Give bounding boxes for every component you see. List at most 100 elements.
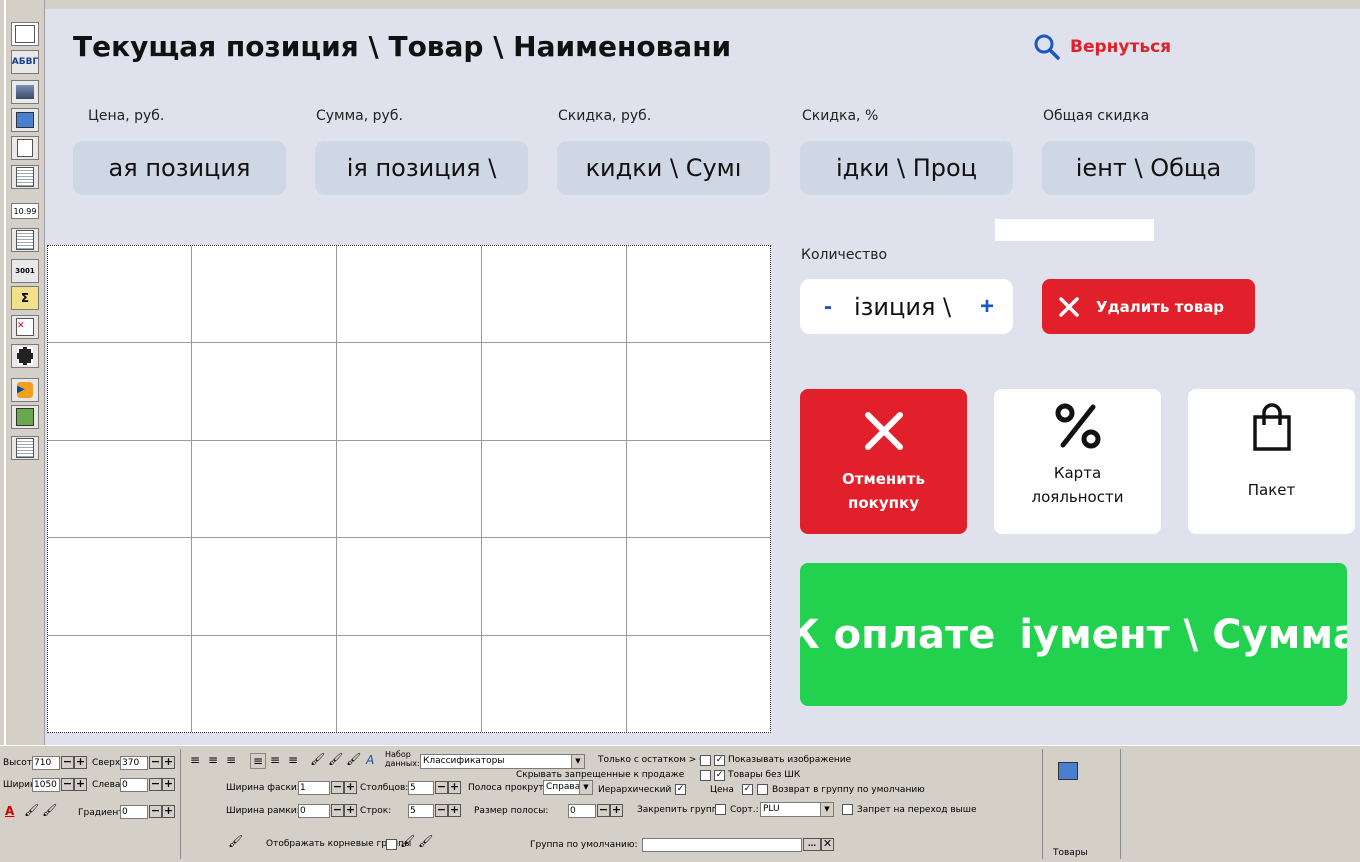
fill-color-icon[interactable]: 🖌 <box>346 752 361 766</box>
browse-button[interactable]: … <box>803 838 821 851</box>
frame-plus-button[interactable]: + <box>344 804 357 817</box>
report-tool-icon[interactable] <box>11 436 39 460</box>
columns-minus-button[interactable]: − <box>435 781 448 794</box>
width-minus-button[interactable]: − <box>61 778 74 791</box>
back-button[interactable]: Вернуться <box>1034 34 1171 60</box>
quantity-value[interactable]: ізиция \ <box>854 293 974 321</box>
bar-size-minus-button[interactable]: − <box>597 804 610 817</box>
checkbox-tool-icon[interactable]: ✕ <box>11 315 39 339</box>
toolbar-divider <box>4 0 6 745</box>
no-up-checkbox[interactable] <box>842 804 853 815</box>
dataset-select[interactable]: Классификаторы ▼ <box>420 754 585 769</box>
frame-tool-icon[interactable] <box>11 22 39 46</box>
discount-pct-label: Скидка, % <box>802 108 879 124</box>
border-color-icon[interactable]: 🖌 <box>42 803 57 817</box>
fill-color-icon[interactable]: 🖌 <box>24 803 39 817</box>
show-image-checkbox[interactable]: ✓ <box>714 755 725 766</box>
hide-forbidden-checkbox[interactable] <box>700 770 711 781</box>
no-barcode-label: Товары без ШК <box>728 770 801 780</box>
columns-input[interactable]: 5 <box>408 781 434 795</box>
left-plus-button[interactable]: + <box>162 778 175 791</box>
pay-button[interactable]: К оплате іумент \ Сумма <box>800 563 1347 706</box>
image-tool-icon[interactable] <box>11 80 39 104</box>
gradient-input[interactable]: 0 <box>120 805 148 819</box>
left-input[interactable]: 0 <box>120 778 148 792</box>
loyalty-card-label: Карта лояльности <box>1031 464 1124 506</box>
film-tool-icon[interactable] <box>11 344 39 368</box>
height-minus-button[interactable]: − <box>61 756 74 769</box>
receipt-tool-icon[interactable] <box>11 228 39 252</box>
rows-input[interactable]: 5 <box>408 804 434 818</box>
hierarchical-checkbox[interactable]: ✓ <box>675 784 686 795</box>
gradient-plus-button[interactable]: + <box>162 805 175 818</box>
fill-color-icon[interactable]: 🖌 <box>228 834 243 848</box>
goods-label: Товары <box>1053 848 1088 858</box>
frame-input[interactable]: 0 <box>298 804 330 818</box>
quantity-plus-button[interactable]: + <box>980 293 994 321</box>
only-stock-checkbox[interactable] <box>700 755 711 766</box>
left-minus-button[interactable]: − <box>149 778 162 791</box>
info-tool-icon[interactable]: 3001 <box>11 259 39 283</box>
bevel-minus-button[interactable]: − <box>331 781 344 794</box>
valign-top-icon[interactable]: ≡ <box>250 753 267 769</box>
rows-plus-button[interactable]: + <box>448 804 461 817</box>
top-plus-button[interactable]: + <box>162 756 175 769</box>
font-color-icon[interactable]: A <box>5 804 14 818</box>
valign-middle-icon[interactable]: ≡ <box>270 753 280 767</box>
cancel-purchase-button[interactable]: Отменить покупку <box>800 389 967 534</box>
lock-groups-checkbox[interactable] <box>715 804 726 815</box>
quantity-minus-button[interactable]: - <box>824 293 832 321</box>
font-icon[interactable]: A <box>366 753 374 767</box>
no-barcode-checkbox[interactable]: ✓ <box>714 770 725 781</box>
price-checkbox[interactable]: ✓ <box>742 784 753 795</box>
rows-minus-button[interactable]: − <box>435 804 448 817</box>
root-groups-checkbox[interactable] <box>386 839 397 850</box>
properties-panel: Высота: 710 − + Сверху: 370 − + Ширина: … <box>0 745 1360 862</box>
align-right-icon[interactable]: ≡ <box>226 753 236 767</box>
align-left-icon[interactable]: ≡ <box>190 753 200 767</box>
list-tool-icon[interactable] <box>11 165 39 189</box>
return-group-checkbox[interactable] <box>757 784 768 795</box>
quantity-stepper: - ізиция \ + <box>800 279 1013 334</box>
play-tool-icon[interactable]: ▶ <box>11 378 39 402</box>
sum-tool-icon[interactable]: Σ <box>11 286 39 310</box>
loyalty-card-button[interactable]: Карта лояльности <box>994 389 1161 534</box>
price-checkbox-label: Цена <box>710 785 734 795</box>
price-field: ая позиция <box>73 141 286 195</box>
bar-size-input[interactable]: 0 <box>568 804 596 818</box>
bar-size-plus-button[interactable]: + <box>610 804 623 817</box>
delete-item-button[interactable]: Удалить товар <box>1042 279 1255 334</box>
fill-color-icon[interactable]: 🖌 <box>328 752 343 766</box>
table-tool-icon[interactable] <box>11 136 39 160</box>
fill-color-icon[interactable]: 🖌 <box>310 752 325 766</box>
search-icon <box>1034 34 1060 60</box>
columns-plus-button[interactable]: + <box>448 781 461 794</box>
top-minus-button[interactable]: − <box>149 756 162 769</box>
number-tool-icon[interactable]: 10.99 <box>11 203 39 219</box>
height-plus-button[interactable]: + <box>74 756 87 769</box>
fill-color-icon[interactable]: 🖌 <box>418 834 433 848</box>
sort-select[interactable]: PLU ▼ <box>760 802 834 817</box>
goods-grid[interactable] <box>47 245 771 733</box>
tree-tool-icon[interactable] <box>11 405 39 429</box>
width-input[interactable]: 1050 <box>32 778 60 792</box>
scrollbar-select[interactable]: Справа ▼ <box>543 780 593 795</box>
bag-button[interactable]: Пакет <box>1188 389 1355 534</box>
valign-bottom-icon[interactable]: ≡ <box>288 753 298 767</box>
top-input[interactable]: 370 <box>120 756 148 770</box>
close-icon <box>1059 296 1079 317</box>
fill-color-icon[interactable]: 🖌 <box>400 834 415 848</box>
goods-tool-icon[interactable] <box>11 108 39 132</box>
bevel-plus-button[interactable]: + <box>344 781 357 794</box>
goods-icon[interactable] <box>1058 762 1078 780</box>
align-center-icon[interactable]: ≡ <box>208 753 218 767</box>
gradient-minus-button[interactable]: − <box>149 805 162 818</box>
bevel-input[interactable]: 1 <box>298 781 330 795</box>
height-input[interactable]: 710 <box>32 756 60 770</box>
default-group-input[interactable] <box>642 838 802 852</box>
frame-label: Ширина рамки: <box>226 806 300 816</box>
width-plus-button[interactable]: + <box>74 778 87 791</box>
clear-icon[interactable]: ✕ <box>821 838 834 851</box>
frame-minus-button[interactable]: − <box>331 804 344 817</box>
text-tool-icon[interactable]: АБВГ <box>11 50 39 74</box>
